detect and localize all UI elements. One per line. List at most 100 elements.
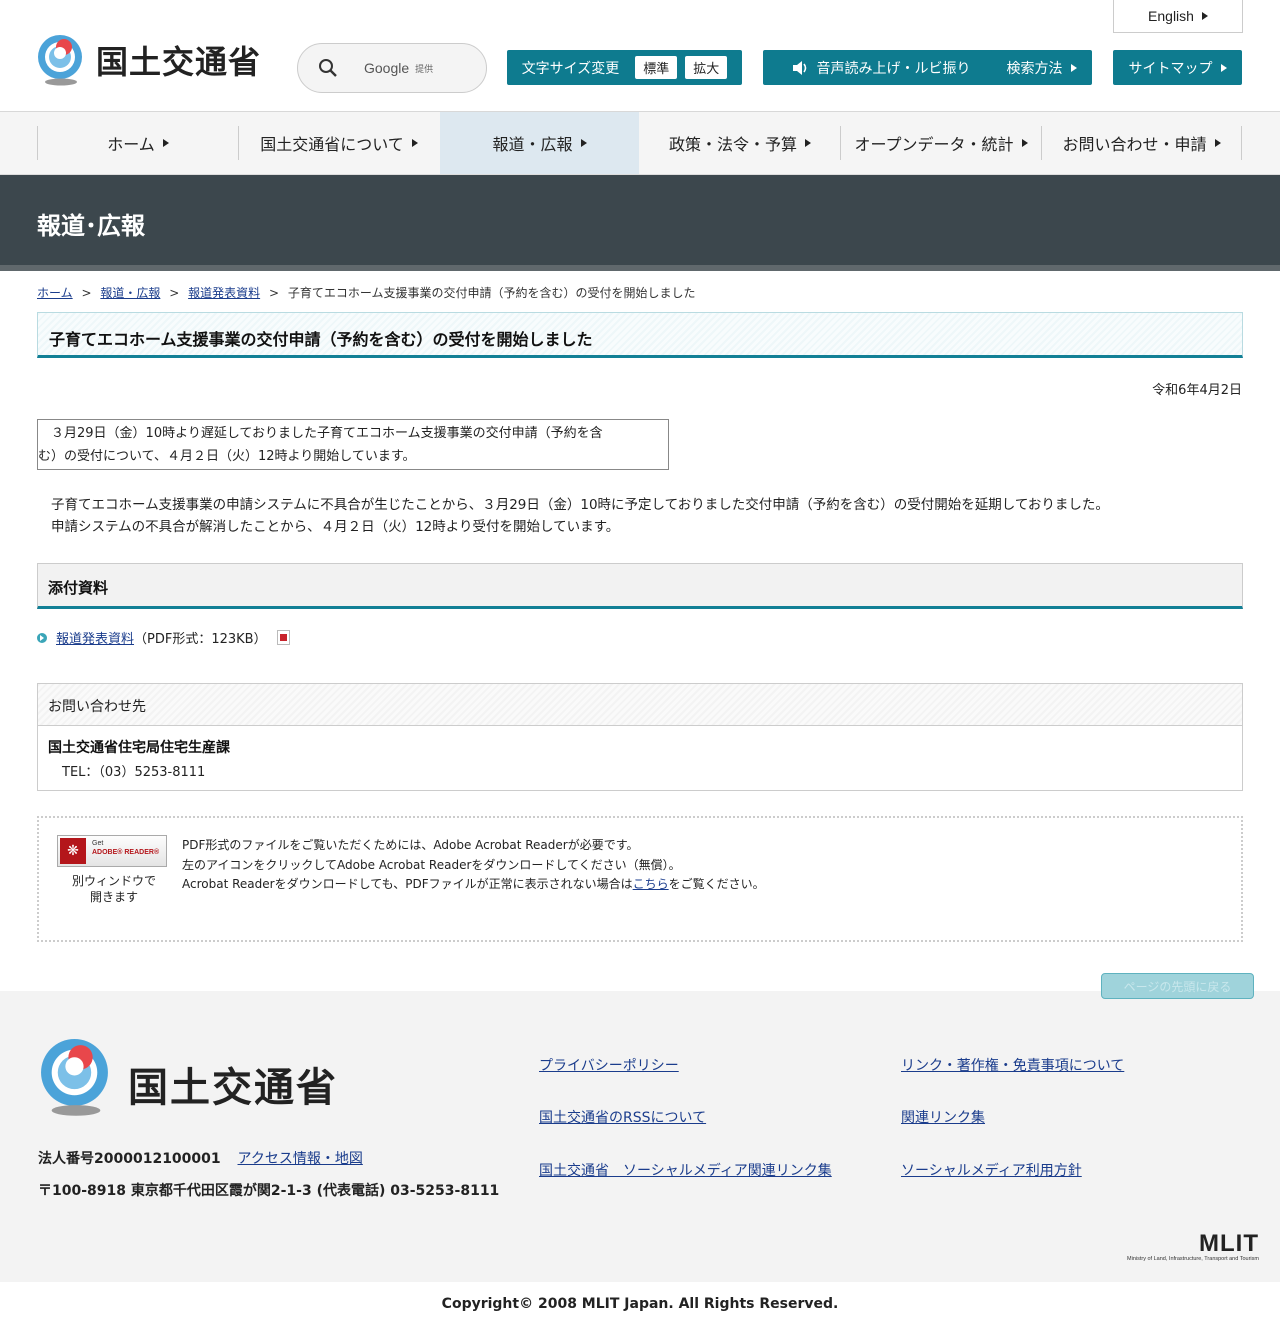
footer-logo-text: 国土交通省 [128,1065,338,1111]
adobe-info-line: PDF形式のファイルをご覧いただくためには、Adobe Acrobat Read… [182,838,639,852]
voice-ruby-button[interactable]: 音声読み上げ・ルビ振り [763,50,998,85]
article-title-box: 子育てエコホーム支援事業の交付申請（予約を含む）の受付を開始しました [37,312,1243,358]
adobe-info-post: をご覧ください。 [668,877,765,891]
nav-item-label: ホーム [107,135,155,154]
speaker-icon [792,60,806,75]
breadcrumb-press[interactable]: 報道・広報 [100,286,160,300]
site-logo[interactable]: 国土交通省 [36,33,261,87]
privacy-policy-link[interactable]: プライバシーポリシー [539,1055,679,1075]
breadcrumb-press-releases[interactable]: 報道発表資料 [188,286,260,300]
attachment-item: 報道発表資料 （PDF形式：123KB） [37,628,290,647]
font-standard-button[interactable]: 標準 [635,56,678,79]
mlit-logo-subtitle: Ministry of Land, Infrastructure, Transp… [1127,1256,1259,1262]
arrow-right-icon [1201,12,1208,20]
english-link[interactable]: English [1113,0,1243,33]
social-media-policy-link[interactable]: ソーシャルメディア利用方針 [901,1160,1082,1180]
nav-item-label: お問い合わせ・申請 [1062,135,1207,154]
nav-item-label: 政策・法令・予算 [668,135,797,154]
nav-item-press[interactable]: 報道・広報 [440,112,639,174]
get-adobe-reader-button[interactable]: ❋ Get ADOBE® READER® [57,835,167,867]
nav-item-policy[interactable]: 政策・法令・予算 [640,112,840,174]
voice-label: 音声読み上げ・ルビ振り [816,60,971,77]
copyright: Copyright© 2008 MLIT Japan. All Rights R… [441,1296,839,1312]
nav-item-about[interactable]: 国土交通省について [239,112,439,174]
arrow-right-icon [580,139,587,147]
contact-tel: TEL：（03）5253-8111 [62,765,206,780]
corporate-number: 法人番号2000012100001 アクセス情報・地図 [38,1148,363,1168]
notice-line: む）の受付について、４月２日（火）12時より開始しています。 [38,449,416,464]
adobe-info-line: 左のアイコンをクリックしてAdobe Acrobat Readerをダウンロード… [182,857,681,872]
corporate-number-text: 法人番号2000012100001 [38,1151,221,1167]
adobe-pdf-icon: ❋ [60,838,86,864]
adobe-info-pre: Acrobat Readerをダウンロードしても、PDFファイルが正常に表示され… [182,877,633,891]
mlit-emblem-icon [41,1039,108,1116]
english-label: English [1148,8,1194,24]
publish-date: 令和6年4月2日 [1152,383,1242,398]
site-search-input[interactable]: Google 提供 [297,43,487,93]
breadcrumb-separator: > [81,286,92,300]
search-method-button[interactable]: 検索方法 [991,50,1092,85]
press-release-pdf-link[interactable]: 報道発表資料 [56,628,134,647]
adobe-caption-line: 別ウィンドウで [71,874,156,888]
section-banner: 報道･広報 [0,175,1280,271]
contact-organization: 国土交通省住宅局住宅生産課 [48,740,230,756]
adobe-info-line: Acrobat Readerをダウンロードしても、PDFファイルが正常に表示され… [182,875,765,895]
adobe-caption-line: 開きます [89,890,138,904]
address: 〒100-8918 東京都千代田区霞が関2-1-3 (代表電話) 03-5253… [38,1183,500,1199]
nav-item-opendata[interactable]: オープンデータ・統計 [841,112,1041,174]
nav-item-label: 報道・広報 [492,135,573,154]
footer-logo[interactable]: 国土交通省 [38,1035,338,1119]
arrow-right-icon [1214,139,1221,147]
contact-heading-bar: お問い合わせ先 [38,684,1242,726]
related-links-link[interactable]: 関連リンク集 [901,1107,985,1127]
pdf-icon [276,630,290,645]
adobe-caption: 別ウィンドウで 開きます [59,873,169,905]
nav-item-home[interactable]: ホーム [38,112,238,174]
adobe-info-text: PDF形式のファイルをご覧いただくためには、Adobe Acrobat Read… [182,836,765,895]
arrow-right-icon [805,139,811,147]
notice-line: ３月29日（金）10時より遅延しておりました子育てエコホーム支援事業の交付申請（… [38,426,603,441]
page-title: 子育てエコホーム支援事業の交付申請（予約を含む）の受付を開始しました [49,330,593,349]
social-media-links-link[interactable]: 国土交通省 ソーシャルメディア関連リンク集 [539,1160,832,1180]
access-map-link[interactable]: アクセス情報・地図 [238,1151,363,1167]
breadcrumb-separator: > [169,286,180,300]
arrow-right-icon [1021,139,1028,147]
mlit-logo: MLIT Ministry of Land, Infrastructure, T… [1101,1230,1259,1263]
global-nav: ホーム 国土交通省について 報道・広報 政策・法令・予算 オープンデータ・統計 … [0,112,1280,175]
sitemap-label: サイトマップ [1128,60,1213,77]
copyright-disclaimer-link[interactable]: リンク・著作権・免責事項について [901,1055,1124,1075]
body-paragraph: 子育てエコホーム支援事業の申請システムに不具合が生じたことから、３月29日（金）… [51,497,1109,513]
back-to-top-label: ページの先頭に戻る [1123,979,1232,994]
google-provided-label: 提供 [415,64,434,75]
arrow-right-icon [411,139,418,147]
font-size-label: 文字サイズ変更 [521,60,620,77]
arrow-right-icon [162,139,169,147]
help-link[interactable]: こちら [633,877,669,891]
mlit-logo-text: MLIT [1199,1230,1259,1257]
contact-heading: お問い合わせ先 [48,699,146,715]
attachments-heading-box: 添付資料 [37,563,1243,609]
sitemap-button[interactable]: サイトマップ [1113,50,1242,85]
search-method-label: 検索方法 [1006,60,1063,77]
breadcrumb: ホーム > 報道・広報 > 報道発表資料 > 子育てエコホーム支援事業の交付申請… [37,284,695,301]
search-icon[interactable] [318,58,338,78]
site-header: 国土交通省 Google 提供 English 文字サイズ変更 標準 拡大 音声… [0,0,1280,112]
adobe-badge-reader: ADOBE® READER® [92,849,160,856]
section-title: 報道･広報 [37,212,145,240]
nav-item-contact[interactable]: お問い合わせ・申請 [1042,112,1241,174]
body-paragraph: 申請システムの不具合が解消したことから、４月２日（火）12時より受付を開始してい… [51,519,620,535]
rss-link[interactable]: 国土交通省のRSSについて [539,1107,706,1127]
bullet-arrow-icon [37,632,47,643]
mlit-emblem-icon [38,35,82,86]
font-large-button[interactable]: 拡大 [685,56,728,79]
article-body: 子育てエコホーム支援事業の申請システムに不具合が生じたことから、３月29日（金）… [51,494,1109,538]
attachments-heading: 添付資料 [48,579,109,597]
breadcrumb-separator: > [268,286,279,300]
adobe-badge-get: Get [92,840,104,847]
google-brand: Google [364,60,410,76]
back-to-top-button[interactable]: ページの先頭に戻る [1101,973,1254,999]
breadcrumb-home[interactable]: ホーム [37,286,73,300]
notice-box: ３月29日（金）10時より遅延しておりました子育てエコホーム支援事業の交付申請（… [37,419,669,470]
nav-divider [1241,126,1242,160]
arrow-right-icon [1070,63,1077,72]
